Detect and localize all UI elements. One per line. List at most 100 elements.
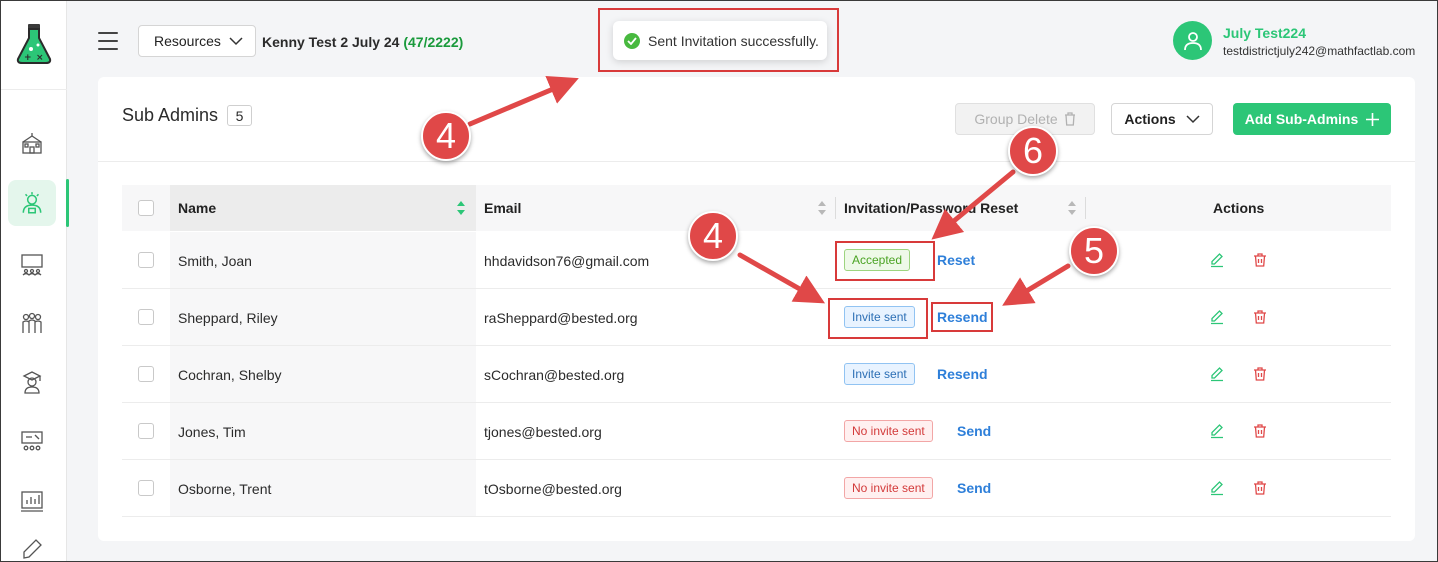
- page-title: Sub Admins: [122, 105, 219, 125]
- annotation-box-invite-sent: [828, 298, 928, 339]
- table-row: Cochran, Shelby sCochran@bested.org Invi…: [122, 346, 1391, 403]
- delete-icon[interactable]: [1252, 252, 1268, 268]
- callout-status: 4: [688, 211, 738, 261]
- resend-link[interactable]: Resend: [937, 366, 988, 382]
- actions-label: Actions: [1124, 111, 1176, 127]
- add-sub-admins-label: Add Sub-Admins: [1244, 111, 1359, 127]
- callout-toast: 4: [421, 111, 471, 161]
- sort-active-icon[interactable]: [457, 201, 465, 215]
- svg-text:+: +: [24, 53, 32, 63]
- annotation-box-accepted: [835, 241, 935, 281]
- delete-icon[interactable]: [1252, 480, 1268, 496]
- reset-link[interactable]: Reset: [937, 252, 975, 268]
- class-board-icon: [21, 431, 43, 451]
- send-link[interactable]: Send: [957, 423, 991, 439]
- district-info: Kenny Test 2 July 24 (47/2222): [262, 34, 463, 50]
- sort-icon[interactable]: [1068, 201, 1076, 215]
- edit-icon[interactable]: [1209, 423, 1225, 439]
- sidebar-item-sub-admins[interactable]: [8, 180, 56, 226]
- actions-dropdown[interactable]: Actions: [1111, 103, 1213, 135]
- row-email: tjones@bested.org: [484, 424, 602, 440]
- delete-icon[interactable]: [1252, 423, 1268, 439]
- user-name[interactable]: July Test224: [1223, 25, 1306, 41]
- sort-icon[interactable]: [818, 201, 826, 215]
- sub-admin-icon: [22, 192, 42, 214]
- district-name: Kenny Test 2 July 24: [262, 34, 400, 50]
- user-avatar-icon[interactable]: [1173, 21, 1212, 60]
- row-checkbox[interactable]: [138, 480, 154, 496]
- edit-icon[interactable]: [1209, 309, 1225, 325]
- success-toast: Sent Invitation successfully.: [613, 21, 827, 60]
- menu-toggle-icon[interactable]: [98, 32, 118, 50]
- group-delete-label: Group Delete: [974, 111, 1058, 127]
- status-badge: No invite sent: [844, 477, 933, 499]
- send-link[interactable]: Send: [957, 480, 991, 496]
- sidebar: + ×: [1, 1, 69, 562]
- resources-label: Resources: [154, 33, 221, 49]
- row-email: tOsborne@bested.org: [484, 481, 622, 497]
- callout-resend: 5: [1069, 226, 1119, 276]
- plus-icon: [1366, 112, 1380, 126]
- table-row: Smith, Joan hhdavidson76@gmail.com Accep…: [122, 232, 1391, 289]
- classroom-icon: [21, 254, 43, 276]
- toast-message: Sent Invitation successfully.: [648, 32, 819, 49]
- table-header: Name Email Invitation/Password Reset Act…: [122, 185, 1391, 231]
- row-email: hhdavidson76@gmail.com: [484, 253, 650, 269]
- user-email: testdistrictjuly242@mathfactlab.com: [1223, 44, 1416, 58]
- sidebar-item-school[interactable]: [8, 121, 56, 167]
- row-checkbox[interactable]: [138, 252, 154, 268]
- row-checkbox[interactable]: [138, 423, 154, 439]
- sidebar-item-reports[interactable]: [8, 478, 56, 524]
- annotation-box-resend: [931, 302, 993, 332]
- count-badge: 5: [227, 105, 252, 126]
- add-sub-admins-button[interactable]: Add Sub-Admins: [1233, 103, 1391, 135]
- row-name: Smith, Joan: [178, 253, 252, 269]
- edit-icon[interactable]: [1209, 252, 1225, 268]
- trash-icon: [1064, 112, 1075, 126]
- header-actions: Actions: [1213, 200, 1265, 216]
- status-badge: No invite sent: [844, 420, 933, 442]
- callout-reset: 6: [1008, 126, 1058, 176]
- row-name: Jones, Tim: [178, 424, 246, 440]
- row-checkbox[interactable]: [138, 366, 154, 382]
- check-circle-icon: [624, 32, 640, 49]
- sidebar-item-students[interactable]: [8, 359, 56, 405]
- row-email: raSheppard@bested.org: [484, 310, 638, 326]
- resources-dropdown[interactable]: Resources: [138, 25, 256, 57]
- table-row: Sheppard, Riley raSheppard@bested.org In…: [122, 289, 1391, 346]
- column-divider: [1085, 197, 1086, 219]
- student-graduate-icon: [22, 371, 42, 394]
- delete-icon[interactable]: [1252, 309, 1268, 325]
- header-email[interactable]: Email: [484, 200, 521, 216]
- chevron-down-icon: [229, 36, 243, 45]
- sidebar-item-classes[interactable]: [8, 419, 56, 465]
- row-checkbox[interactable]: [138, 309, 154, 325]
- sidebar-item-classrooms[interactable]: [8, 241, 56, 287]
- edit-icon[interactable]: [1209, 366, 1225, 382]
- status-badge: Invite sent: [844, 363, 915, 385]
- school-icon: [22, 133, 42, 154]
- column-divider: [835, 197, 836, 219]
- header-invitation[interactable]: Invitation/Password Reset: [844, 200, 1018, 216]
- district-count: (47/2222): [403, 34, 464, 50]
- sidebar-item-groups[interactable]: [8, 300, 56, 346]
- row-name: Sheppard, Riley: [178, 310, 278, 326]
- svg-text:×: ×: [36, 53, 44, 63]
- row-email: sCochran@bested.org: [484, 367, 625, 383]
- users-group-icon: [22, 312, 42, 333]
- sidebar-item-edit[interactable]: [8, 538, 56, 562]
- select-all-checkbox[interactable]: [138, 200, 154, 216]
- reports-chart-icon: [21, 491, 43, 512]
- header-name[interactable]: Name: [178, 200, 216, 216]
- chevron-down-icon: [1186, 114, 1200, 123]
- table-row: Osborne, Trent tOsborne@bested.org No in…: [122, 460, 1391, 517]
- edit-icon[interactable]: [1209, 480, 1225, 496]
- row-name: Cochran, Shelby: [178, 367, 282, 383]
- card-header-divider: [98, 161, 1415, 162]
- flask-logo-icon[interactable]: + ×: [14, 23, 54, 65]
- row-name: Osborne, Trent: [178, 481, 272, 497]
- edit-icon: [23, 539, 42, 559]
- delete-icon[interactable]: [1252, 366, 1268, 382]
- sidebar-active-indicator: [66, 179, 69, 227]
- sidebar-divider: [1, 89, 67, 90]
